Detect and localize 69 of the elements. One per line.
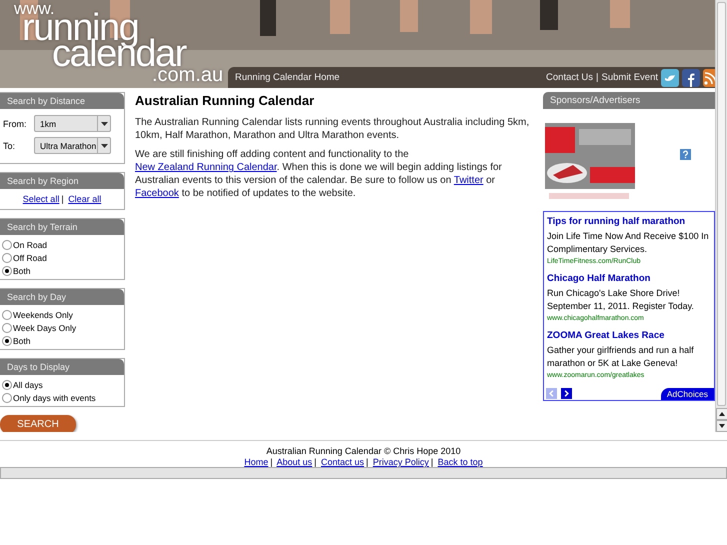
- ad-text: Run Chicago's Lake Shore Drive! September 11, 2011. Register Today.: [547, 287, 695, 313]
- radio-label[interactable]: Both: [13, 336, 30, 346]
- separator-text: |: [61, 194, 64, 204]
- link[interactable]: Select all: [22, 194, 60, 204]
- separator-text: |: [314, 457, 316, 467]
- radio-button[interactable]: [2, 392, 12, 402]
- radio-label[interactable]: Weekends Only: [13, 310, 73, 320]
- horizontal-scrollbar[interactable]: [0, 467, 727, 479]
- panel-header: Sponsors/Advertisers: [543, 92, 715, 109]
- separator-text: |: [366, 457, 368, 467]
- caret-icon: [100, 144, 108, 148]
- separator-text: |: [430, 457, 434, 467]
- separator-text: |: [270, 457, 273, 467]
- dropdown[interactable]: Ultra Marathon: [34, 137, 111, 154]
- field-label: From:: [3, 118, 28, 128]
- ad-title[interactable]: ZOOMA Great Lakes Race: [547, 330, 711, 341]
- field-label: To:: [3, 140, 16, 150]
- footer-link[interactable]: Back to top: [438, 457, 483, 467]
- panel-header: Search by Terrain: [0, 219, 124, 235]
- radio-button[interactable]: [2, 322, 12, 332]
- logo-text: www.: [14, 0, 55, 17]
- search-button[interactable]: SEARCH: [0, 415, 76, 432]
- radio-label[interactable]: Off Road: [13, 252, 47, 262]
- help-icon[interactable]: [680, 149, 691, 160]
- ad-text: Gather your girlfriends and run a half marathon or 5K at Lake Geneva!: [547, 344, 695, 370]
- nav-link[interactable]: Contact Us: [546, 72, 594, 83]
- panel-header: Search by Distance: [0, 93, 124, 109]
- radio-label[interactable]: Week Days Only: [13, 322, 76, 332]
- scroll-down-icon[interactable]: [716, 420, 727, 432]
- radio-button[interactable]: [2, 380, 12, 390]
- ad-text: Join Life Time Now And Receive $100 In Complimentary Services.: [547, 230, 710, 256]
- footer-link[interactable]: Contact us: [320, 457, 364, 467]
- radio-label[interactable]: On Road: [13, 240, 48, 250]
- bird-icon[interactable]: [661, 68, 679, 86]
- footer-link[interactable]: Privacy Policy: [372, 457, 429, 467]
- paragraph: We are still finishing off adding content and functionality to the New Zealand Running Calendar. When this is done we will begin adding listings for Australian events to this version of the calendar. Be sure to follow us on Twitter or Facebook to be notified of updates to the website.: [135, 148, 503, 200]
- paragraph: The Australian Running Calendar lists running events throughout Australia including 5km, 10km, Half Marathon, Marathon and Ultra Marathon events.: [135, 116, 530, 142]
- panel-header: Search by Region: [0, 173, 124, 189]
- caret-icon: [100, 122, 108, 126]
- logo-text: .com.au: [152, 65, 224, 85]
- copyright-text: Australian Running Calendar © Chris Hope 2010: [265, 446, 462, 456]
- radio-button[interactable]: [2, 310, 12, 320]
- vertical-scrollbar[interactable]: [715, 0, 727, 432]
- link[interactable]: Twitter: [454, 175, 484, 186]
- radio-label[interactable]: All days: [13, 380, 43, 390]
- link[interactable]: New Zealand Running Calendar: [135, 162, 277, 173]
- radio-label[interactable]: Only days with events: [13, 392, 96, 402]
- link[interactable]: Facebook: [135, 188, 179, 199]
- radio-button[interactable]: [2, 266, 12, 276]
- facebook-icon[interactable]: [682, 68, 700, 86]
- separator-text: |: [596, 72, 598, 83]
- nav-link[interactable]: Running Calendar Home: [235, 72, 340, 83]
- rss-icon[interactable]: [703, 68, 715, 86]
- panel-header: Days to Display: [0, 359, 124, 375]
- dropdown[interactable]: 1km: [34, 115, 111, 132]
- link[interactable]: Clear all: [68, 194, 102, 204]
- radio-label[interactable]: Both: [13, 266, 30, 276]
- nav-link[interactable]: Submit Event: [602, 72, 658, 83]
- radio-button[interactable]: [2, 252, 12, 262]
- ad-title[interactable]: Chicago Half Marathon: [547, 273, 711, 284]
- adchoices-link[interactable]: AdChoices: [660, 388, 714, 400]
- footer-link[interactable]: Home: [244, 457, 268, 467]
- radio-button[interactable]: [2, 240, 12, 250]
- panel-header: Search by Day: [0, 289, 124, 305]
- scroll-up-icon[interactable]: [716, 408, 727, 420]
- footer-link[interactable]: About us: [276, 457, 312, 467]
- page-title: Australian Running Calendar: [135, 93, 316, 108]
- radio-button[interactable]: [2, 336, 12, 346]
- ad-title[interactable]: Tips for running half marathon: [547, 216, 711, 227]
